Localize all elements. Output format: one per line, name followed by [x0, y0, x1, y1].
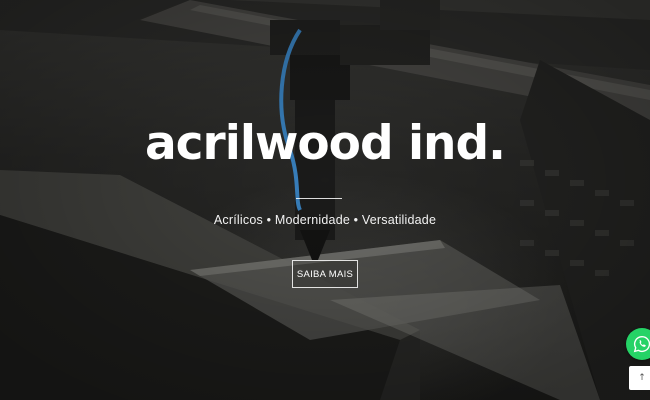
brand-logo-text: acrilwood ind. — [144, 116, 506, 171]
hero-section: acrilwood ind. Acrílicos • Modernidade •… — [0, 0, 650, 400]
whatsapp-icon — [633, 335, 650, 353]
whatsapp-button[interactable] — [626, 328, 650, 360]
back-to-top-button[interactable]: ↑ — [629, 366, 650, 390]
arrow-up-icon: ↑ — [638, 373, 646, 383]
hero-tagline: Acrílicos • Modernidade • Versatilidade — [213, 213, 437, 227]
hero-content: acrilwood ind. Acrílicos • Modernidade •… — [0, 0, 650, 400]
divider-line — [296, 198, 342, 199]
saiba-mais-button[interactable]: SAIBA MAIS — [292, 260, 358, 288]
